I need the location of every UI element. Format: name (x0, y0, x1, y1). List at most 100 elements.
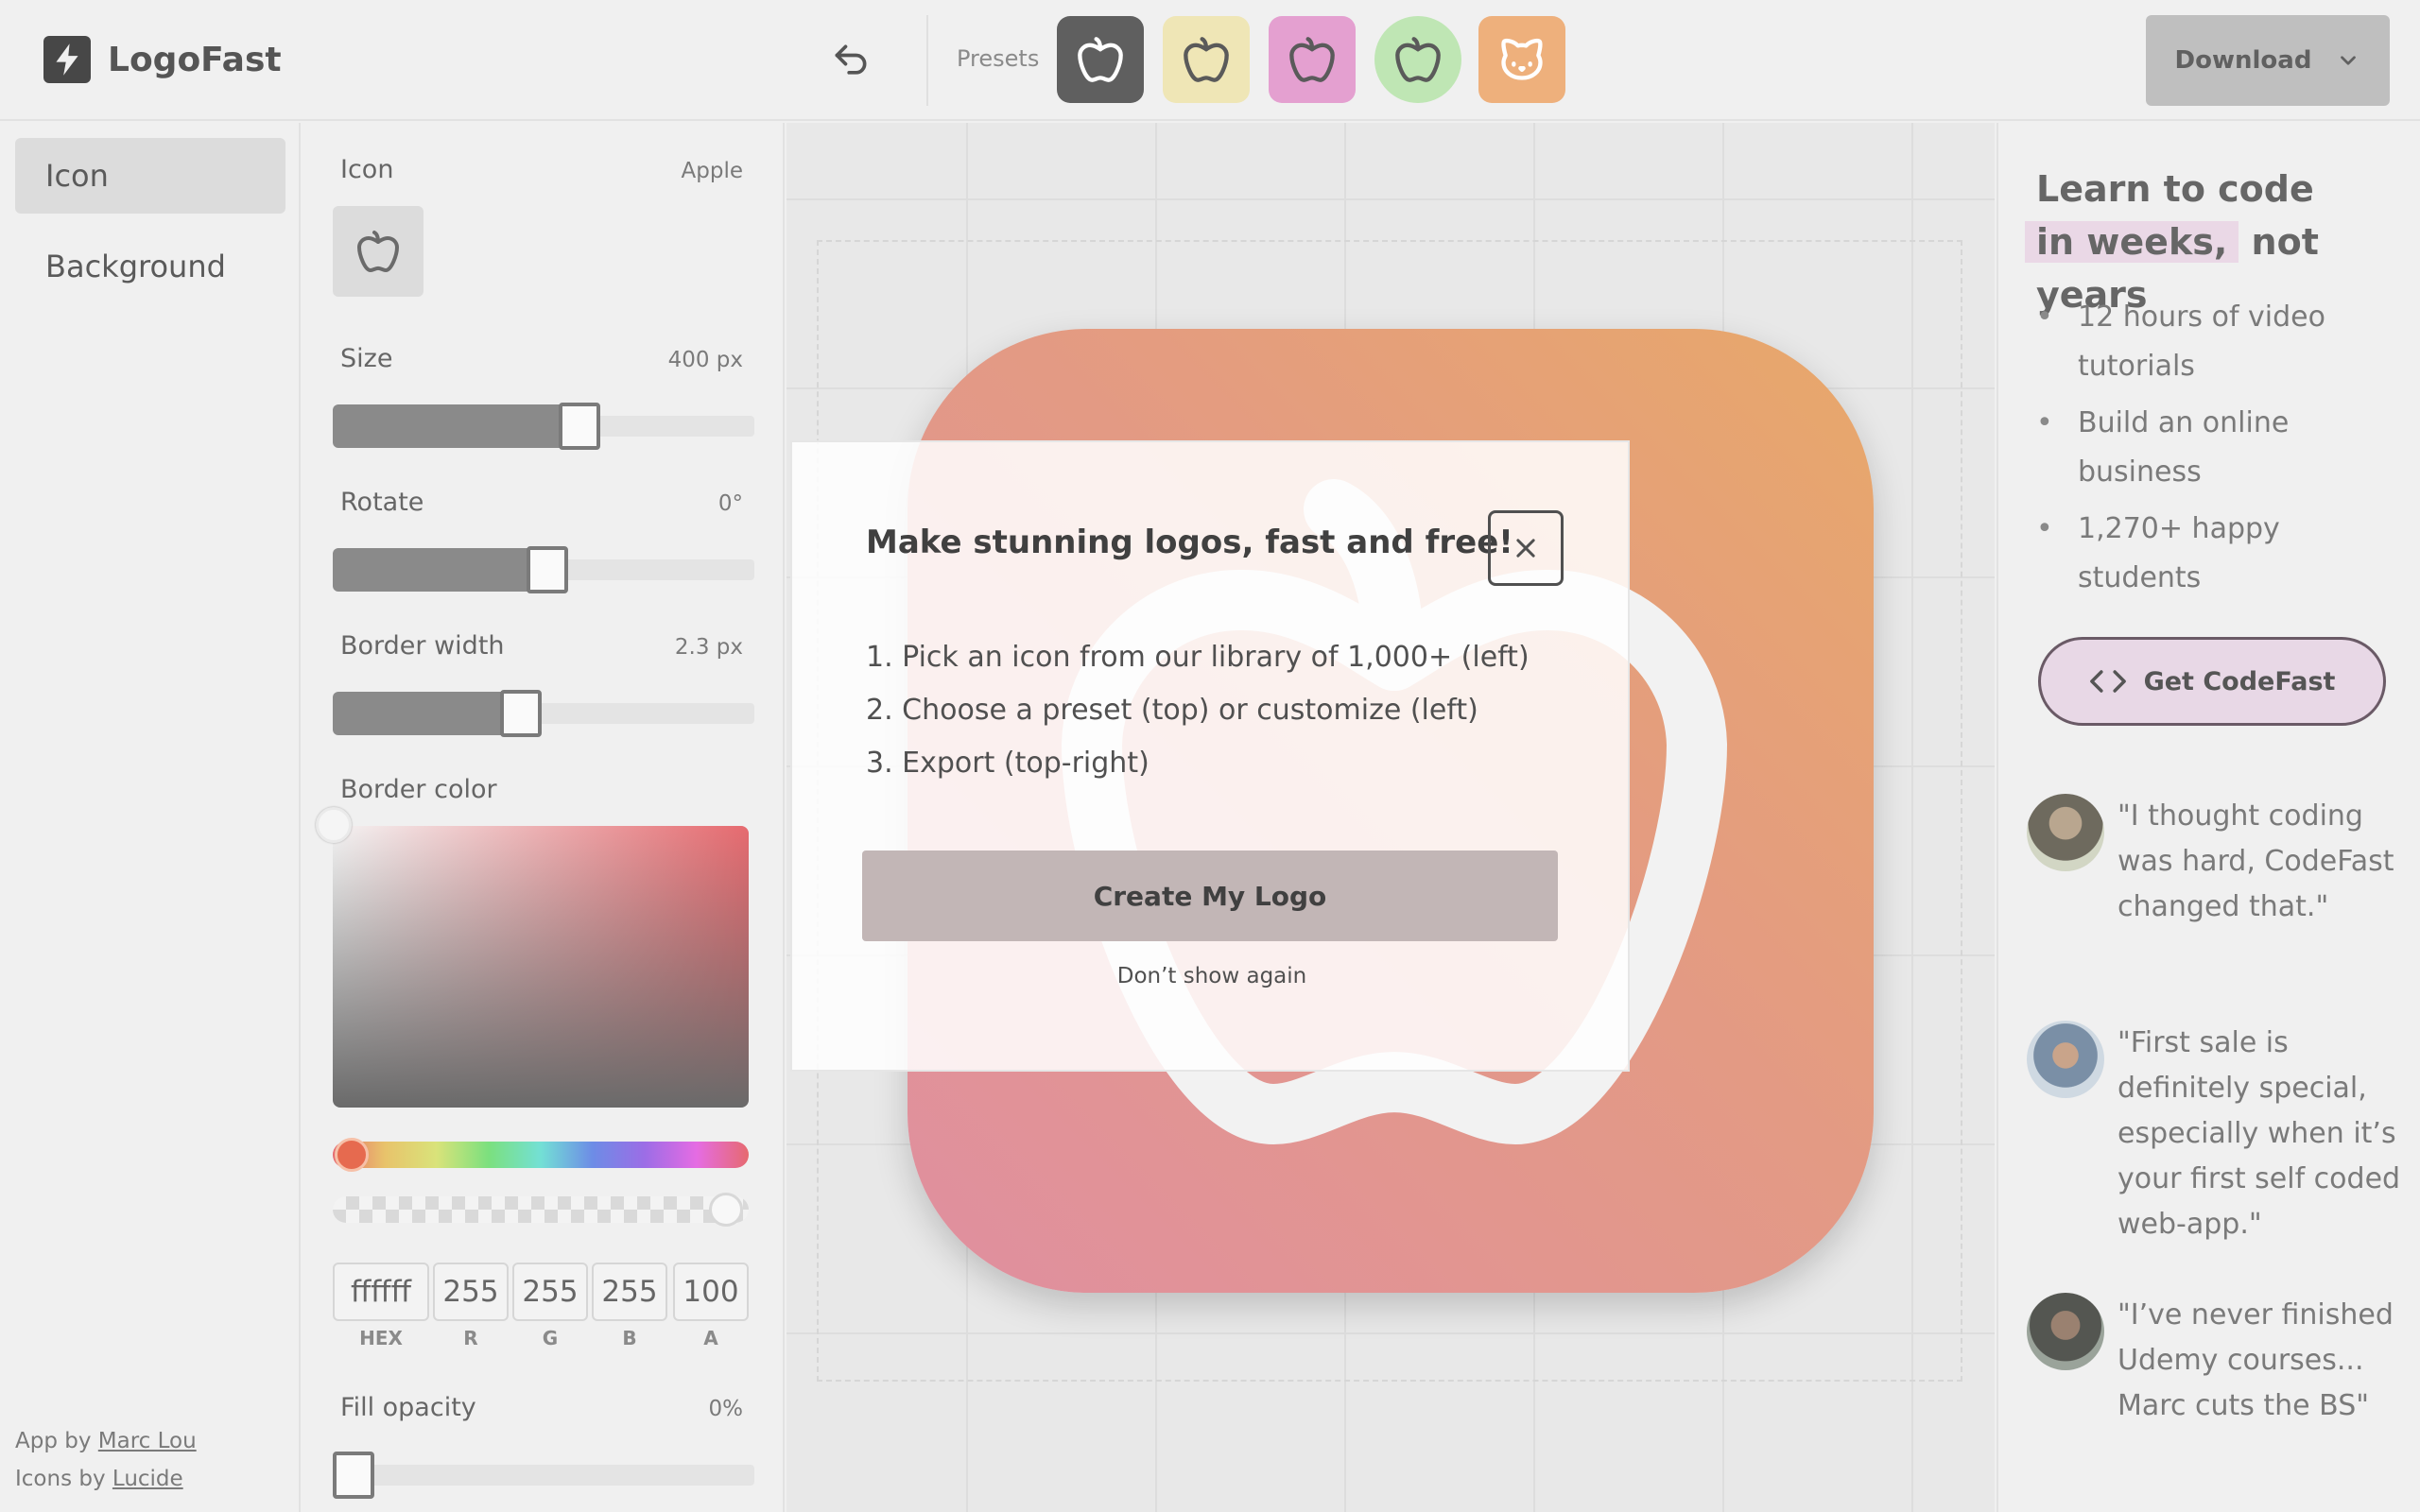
sidebar-item-icon[interactable]: Icon (15, 138, 285, 214)
presets-label: Presets (957, 45, 1040, 72)
testimonial-quote: "First sale is definitely special, espec… (2118, 1026, 2401, 1241)
header-divider (926, 15, 928, 106)
download-label: Download (2174, 46, 2312, 75)
apple-icon (357, 231, 399, 272)
slider-fill (333, 404, 562, 448)
border-width-slider[interactable] (333, 690, 754, 737)
modal-title: Make stunning logos, fast and free! (866, 524, 1513, 561)
alpha-slider[interactable] (333, 1196, 749, 1223)
fill-opacity-value: 0% (708, 1397, 744, 1421)
app-author-link[interactable]: Marc Lou (98, 1429, 197, 1453)
cat-icon (1497, 35, 1547, 84)
bolt-icon (43, 36, 91, 83)
alpha-thumb[interactable] (709, 1193, 743, 1227)
promo-bullets: 12 hours of video tutorials Build an onl… (2036, 293, 2395, 610)
promo-panel: Learn to code in weeks, not years 12 hou… (1996, 123, 2420, 1512)
rotate-value: 0° (717, 491, 743, 516)
apple-icon (1393, 35, 1443, 84)
app-credit-prefix: App by (15, 1429, 92, 1453)
hex-input[interactable]: ffffff (333, 1263, 429, 1321)
slider-fill (333, 548, 530, 592)
chevron-down-icon (2341, 56, 2357, 65)
preset-1[interactable] (1057, 16, 1144, 103)
preset-5[interactable] (1478, 16, 1565, 103)
hue-slider[interactable] (333, 1142, 749, 1168)
avatar (2027, 1293, 2104, 1370)
create-logo-button[interactable]: Create My Logo (862, 850, 1558, 941)
border-color-label: Border color (340, 775, 497, 804)
controls-panel: Icon Apple Size 400 px Rotate 0° Border … (302, 123, 785, 1512)
slider-thumb[interactable] (333, 1452, 374, 1499)
close-icon (1516, 539, 1535, 558)
icon-label: Icon (340, 155, 394, 184)
close-button[interactable] (1488, 510, 1564, 586)
testimonial-quote: "I’ve never finished Udemy courses... Ma… (2118, 1298, 2394, 1422)
hex-label: HEX (359, 1327, 403, 1349)
apple-icon (1182, 35, 1231, 84)
undo-icon (835, 44, 867, 75)
saturation-picker[interactable] (333, 826, 749, 1108)
preset-3[interactable] (1269, 16, 1356, 103)
modal-step-2: 2. Choose a preset (top) or customize (l… (866, 694, 1478, 727)
slider-thumb[interactable] (500, 690, 542, 737)
g-input[interactable]: 255 (512, 1263, 588, 1321)
testimonial: "I’ve never finished Udemy courses... Ma… (2027, 1293, 2414, 1482)
b-input[interactable]: 255 (592, 1263, 667, 1321)
saturation-cursor[interactable] (316, 807, 352, 843)
promo-title-line1: Learn to code (2036, 168, 2314, 210)
slider-thumb[interactable] (559, 403, 600, 450)
testimonial: "I thought coding was hard, CodeFast cha… (2027, 794, 2414, 983)
icons-author-link[interactable]: Lucide (112, 1467, 183, 1491)
border-width-value: 2.3 px (674, 635, 743, 660)
slider-thumb[interactable] (527, 546, 568, 593)
preset-4[interactable] (1374, 16, 1461, 103)
avatar (2027, 1021, 2104, 1098)
apple-icon (1288, 35, 1337, 84)
testimonial: "First sale is definitely special, espec… (2027, 1021, 2414, 1257)
modal-step-1: 1. Pick an icon from our library of 1,00… (866, 641, 1530, 674)
a-label: A (703, 1327, 718, 1349)
avatar (2027, 794, 2104, 871)
brand-name: LogoFast (108, 40, 282, 79)
download-button[interactable]: Download (2146, 15, 2390, 106)
border-width-label: Border width (340, 631, 505, 661)
slider-fill (333, 692, 504, 735)
r-input[interactable]: 255 (433, 1263, 509, 1321)
apple-icon (1076, 35, 1125, 84)
app-credit: App by Marc Lou (15, 1429, 197, 1453)
get-codefast-label: Get CodeFast (2143, 666, 2336, 696)
sidebar: Icon Background App by Marc Lou Icons by… (0, 123, 301, 1512)
icon-picker-button[interactable] (333, 206, 424, 297)
icons-credit-prefix: Icons by (15, 1467, 106, 1491)
r-label: R (463, 1327, 478, 1349)
size-label: Size (340, 344, 393, 373)
promo-title-highlight: in weeks, (2025, 221, 2239, 263)
a-input[interactable]: 100 (673, 1263, 749, 1321)
size-slider[interactable] (333, 403, 754, 450)
b-label: B (622, 1327, 637, 1349)
rotate-label: Rotate (340, 488, 424, 517)
list-item: Build an online business (2036, 399, 2395, 497)
hue-thumb[interactable] (335, 1138, 369, 1172)
fill-opacity-slider[interactable] (333, 1452, 754, 1499)
get-codefast-button[interactable]: Get CodeFast (2038, 637, 2386, 726)
fill-opacity-label: Fill opacity (340, 1393, 476, 1422)
sidebar-item-label: Background (45, 249, 226, 284)
testimonial-quote: "I thought coding was hard, CodeFast cha… (2118, 799, 2394, 923)
preset-2[interactable] (1163, 16, 1250, 103)
icons-credit: Icons by Lucide (15, 1467, 183, 1491)
undo-button[interactable] (824, 34, 877, 87)
size-value: 400 px (667, 348, 743, 372)
code-icon (2089, 670, 2126, 693)
top-bar: LogoFast Presets Download (0, 0, 2420, 121)
dont-show-again-link[interactable]: Don’t show again (792, 964, 1632, 988)
sidebar-item-background[interactable]: Background (15, 229, 285, 304)
rotate-slider[interactable] (333, 546, 754, 593)
sidebar-item-label: Icon (45, 158, 109, 194)
list-item: 1,270+ happy students (2036, 505, 2395, 603)
onboarding-modal: Make stunning logos, fast and free! 1. P… (790, 440, 1630, 1072)
list-item: 12 hours of video tutorials (2036, 293, 2395, 391)
modal-step-3: 3. Export (top-right) (866, 747, 1150, 780)
brand[interactable]: LogoFast (43, 36, 282, 83)
icon-value: Apple (681, 159, 743, 183)
